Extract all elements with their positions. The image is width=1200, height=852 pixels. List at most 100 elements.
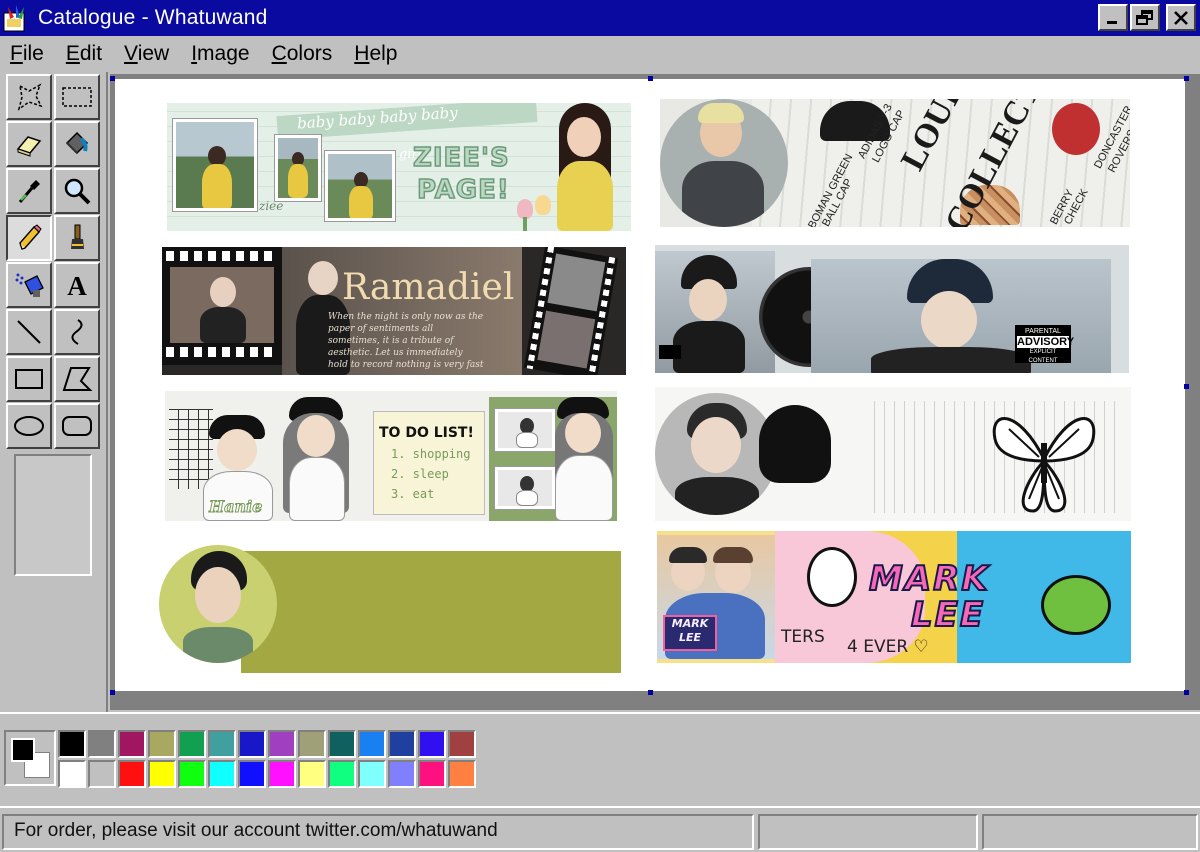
todo-item-2: 2. sleep	[391, 467, 449, 481]
resize-handle-top-right[interactable]	[1184, 76, 1189, 81]
minimize-icon	[1107, 20, 1117, 24]
mark-lee-title-line1: MARK	[868, 558, 990, 600]
color-swatch[interactable]	[268, 760, 296, 788]
line-icon	[17, 320, 41, 344]
color-swatch[interactable]	[388, 760, 416, 788]
airbrush-icon	[15, 273, 44, 297]
color-swatch[interactable]	[418, 760, 446, 788]
resize-handle-bottom-middle[interactable]	[648, 690, 653, 695]
mark-lee-title-line2: LEE	[910, 594, 986, 636]
resize-handle-top-left[interactable]	[110, 76, 115, 81]
ziee-photo-3	[325, 151, 395, 221]
tool-free-form-select[interactable]	[6, 74, 52, 120]
tool-options-box[interactable]	[14, 454, 92, 576]
ziee-photo-2	[275, 135, 321, 201]
tool-curve[interactable]	[54, 309, 100, 355]
hat-image-2	[1052, 103, 1100, 155]
tool-fill-with-color[interactable]	[54, 121, 100, 167]
parental-advisory-label-small	[659, 345, 681, 359]
menu-colors[interactable]: Colors	[272, 42, 333, 66]
magnifier-icon	[64, 178, 91, 205]
resize-handle-bottom-left[interactable]	[110, 690, 115, 695]
mark-lee-footer-2: 4 EVER ♡	[847, 637, 929, 657]
color-swatch[interactable]	[328, 760, 356, 788]
tool-rectangle[interactable]	[6, 356, 52, 402]
tool-line[interactable]	[6, 309, 52, 355]
menu-file[interactable]: File	[10, 42, 44, 66]
butterfly-newspaper-header	[655, 387, 1131, 521]
tool-brush[interactable]	[54, 215, 100, 261]
tool-pick-color[interactable]	[6, 168, 52, 214]
vinyl-advisory-header: PARENTAL ADVISORY EXPLICIT CONTENT	[655, 245, 1129, 373]
color-swatch[interactable]	[418, 730, 446, 758]
close-button[interactable]	[1166, 4, 1196, 31]
drawing-canvas[interactable]: baby baby baby baby ziee girl ZIEE'S PAG…	[115, 79, 1185, 691]
color-swatch[interactable]	[88, 730, 116, 758]
powerpuff-eye-right	[1041, 575, 1111, 635]
bucket-hat-image	[759, 405, 831, 483]
tool-polygon[interactable]	[54, 356, 100, 402]
color-swatch[interactable]	[358, 730, 386, 758]
color-swatch[interactable]	[448, 730, 476, 758]
color-swatch[interactable]	[268, 730, 296, 758]
tool-airbrush[interactable]	[6, 262, 52, 308]
green-banner-header	[159, 545, 621, 673]
rounded-rectangle-icon	[62, 416, 92, 436]
resize-handle-middle-right[interactable]	[1184, 384, 1189, 389]
resize-handle-bottom-right[interactable]	[1184, 690, 1189, 695]
tool-eraser[interactable]	[6, 121, 52, 167]
color-swatch[interactable]	[58, 730, 86, 758]
color-swatch[interactable]	[118, 730, 146, 758]
color-swatch[interactable]	[298, 760, 326, 788]
todo-item-1: 1. shopping	[391, 447, 471, 461]
todo-thumb-2	[495, 467, 555, 509]
tool-ellipse[interactable]	[6, 403, 52, 449]
ramadiel-body-text: When the night is only now as the paper …	[328, 312, 484, 369]
color-swatch[interactable]	[88, 760, 116, 788]
menu-help[interactable]: Help	[354, 42, 397, 66]
menu-image[interactable]: Image	[191, 42, 249, 66]
color-swatch[interactable]	[328, 730, 356, 758]
canvas-area: baby baby baby baby ziee girl ZIEE'S PAG…	[110, 74, 1200, 710]
color-swatch[interactable]	[448, 760, 476, 788]
current-colors[interactable]	[4, 730, 56, 786]
tool-rounded-rectangle[interactable]	[54, 403, 100, 449]
title-bar: Catalogue - Whatuwand	[0, 0, 1200, 36]
mark-lee-small-logo: MARK LEE	[663, 615, 717, 651]
tool-rectangle-select[interactable]	[54, 74, 100, 120]
paint-bucket-icon	[65, 131, 89, 155]
color-swatch[interactable]	[178, 760, 206, 788]
menu-edit[interactable]: Edit	[66, 42, 102, 66]
color-swatch[interactable]	[208, 760, 236, 788]
foreground-color[interactable]	[11, 738, 35, 762]
menu-view[interactable]: View	[124, 42, 169, 66]
color-swatch[interactable]	[58, 760, 86, 788]
mark-lee-header: MARK LEE MARK LEE TERS 4 EVER ♡	[657, 531, 1131, 663]
status-bar: For order, please visit our account twit…	[0, 806, 1200, 852]
color-swatch[interactable]	[358, 760, 386, 788]
paint-app-icon[interactable]	[2, 3, 32, 33]
color-swatch[interactable]	[388, 730, 416, 758]
color-swatch[interactable]	[238, 730, 266, 758]
free-form-select-icon	[17, 83, 43, 111]
ziee-caption-a: ziee	[259, 199, 284, 213]
minimize-button[interactable]	[1098, 4, 1128, 31]
todo-portrait-right	[547, 395, 617, 521]
tool-magnifier[interactable]	[54, 168, 100, 214]
tool-text[interactable]: A	[54, 262, 100, 308]
resize-handle-top-middle[interactable]	[648, 76, 653, 81]
tool-pencil[interactable]	[6, 215, 52, 261]
butterfly-illustration	[992, 417, 1096, 513]
todo-name: Hanie	[208, 497, 263, 517]
color-swatch[interactable]	[298, 730, 326, 758]
tulip-decoration	[513, 195, 557, 231]
color-swatch[interactable]	[208, 730, 236, 758]
ramadiel-film-photo	[170, 267, 274, 343]
color-swatch[interactable]	[148, 760, 176, 788]
color-swatch[interactable]	[238, 760, 266, 788]
color-swatches	[58, 730, 476, 788]
color-swatch[interactable]	[178, 730, 206, 758]
restore-button[interactable]	[1130, 4, 1160, 31]
color-swatch[interactable]	[148, 730, 176, 758]
color-swatch[interactable]	[118, 760, 146, 788]
